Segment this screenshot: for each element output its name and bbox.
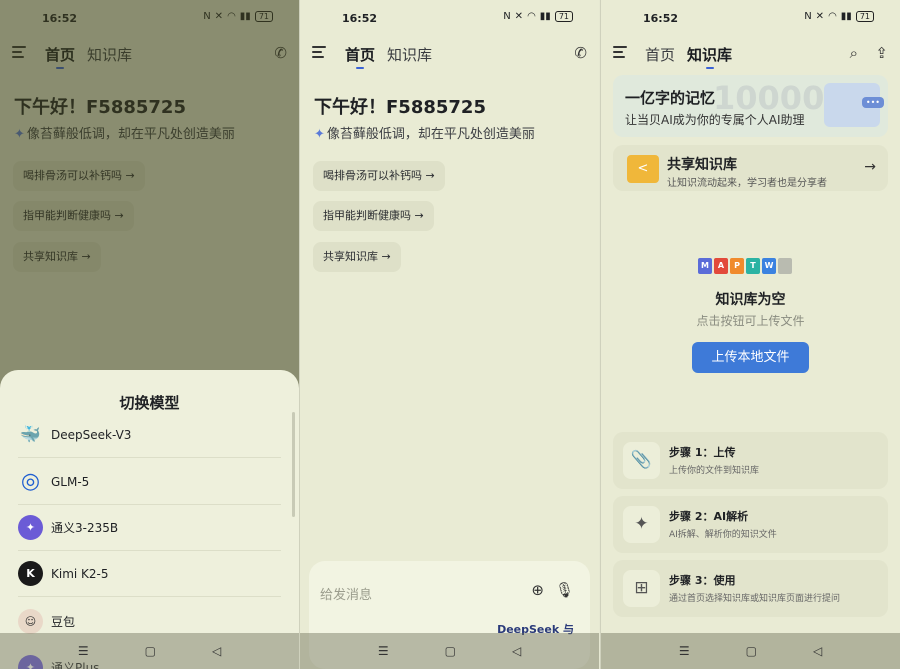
tongyi-logo-icon: ✦ (18, 515, 43, 540)
paperclip-icon: 📎 (623, 442, 660, 479)
signal-icon: ▮▮ (840, 11, 852, 22)
battery-icon: 71 (855, 11, 874, 22)
message-input[interactable]: 给发消息 (320, 584, 372, 603)
shared-folder-icon: < (627, 155, 659, 183)
panel-home-model-sheet: 16:52 N ✕ ◠ ▮▮ 71 首页 知识库 ✆ 下午好！F5885725 … (0, 0, 299, 669)
sparkle-icon: ✦ (314, 127, 325, 142)
deepseek-logo-icon: 🐳 (19, 424, 42, 445)
tab-home[interactable]: 首页 (645, 44, 675, 65)
step-title: 步骤 1：上传 (669, 446, 736, 459)
empty-title: 知识库为空 (715, 292, 786, 308)
menu-icon[interactable] (312, 46, 326, 58)
memory-banner[interactable]: 100000 一亿字的记忆 让当贝AI成为你的专属个人AI助理 (613, 75, 888, 137)
recent-apps-icon[interactable]: ☰ (78, 644, 89, 658)
top-bar: 首页 知识库 ✆ (300, 40, 599, 69)
step-card: 📎 步骤 1：上传 上传你的文件到知识库 (613, 432, 888, 489)
model-name: Kimi K2-5 (51, 566, 109, 581)
model-item-tongyi[interactable]: ✦ 通义3-235B (18, 505, 281, 551)
system-nav-bar: ☰ ▢ ◁ (300, 633, 599, 669)
recent-apps-icon[interactable]: ☰ (378, 644, 389, 658)
status-bar: 16:52 N ✕ ◠ ▮▮ 71 (300, 0, 599, 36)
nfc-icon: N (503, 11, 511, 22)
banner-subtitle: 让当贝AI成为你的专属个人AI助理 (625, 113, 805, 127)
shared-kb-subtitle: 让知识流动起来，学习者也是分享者 (667, 178, 827, 189)
mute-icon: ✕ (815, 11, 825, 22)
chat-illustration-icon (824, 83, 884, 127)
model-item-glm[interactable]: ◎ GLM-5 (18, 459, 281, 505)
tab-home[interactable]: 首页 (345, 44, 375, 69)
txt-file-icon: T (746, 258, 760, 274)
back-icon[interactable]: ◁ (813, 644, 822, 658)
model-item-kimi[interactable]: K Kimi K2-5 (18, 551, 281, 597)
doubao-logo-icon: ☺ (18, 608, 43, 634)
status-time: 16:52 (643, 12, 679, 25)
step-card: ⊞ 步骤 3：使用 通过首页选择知识库或知识库页面进行提问 (613, 560, 888, 617)
sheet-scrollbar[interactable] (292, 412, 295, 517)
empty-subtitle: 点击按钮可上传文件 (696, 314, 805, 328)
model-item-deepseek[interactable]: 🐳 DeepSeek-V3 (18, 412, 281, 458)
home-nav-icon[interactable]: ▢ (746, 644, 757, 658)
other-file-icon (778, 258, 792, 274)
suggestion-chip[interactable]: 喝排骨汤可以补钙吗 → (313, 161, 445, 191)
wifi-icon: ◠ (527, 11, 536, 22)
greeting-subtitle: ✦像苔藓般低调，却在平凡处创造美丽 (314, 123, 535, 142)
suggestion-chip[interactable]: 指甲能判断健康吗 → (313, 201, 434, 231)
share-kb-chip[interactable]: 共享知识库 → (313, 242, 401, 272)
banner-title: 一亿字的记忆 (625, 89, 716, 107)
status-icons: N ✕ ◠ ▮▮ 71 (503, 11, 573, 22)
nfc-icon: N (804, 11, 812, 22)
step-desc: AI拆解、解析你的知识文件 (669, 530, 777, 540)
battery-icon: 71 (554, 11, 573, 22)
kimi-logo-icon: K (18, 561, 43, 586)
recent-apps-icon[interactable]: ☰ (679, 644, 690, 658)
system-nav-bar: ☰ ▢ ◁ (0, 633, 299, 669)
step-card: ✦ 步骤 2：AI解析 AI拆解、解析你的知识文件 (613, 496, 888, 553)
word-file-icon: W (762, 258, 776, 274)
upload-local-file-button[interactable]: 上传本地文件 (692, 342, 809, 373)
greeting-title: 下午好！F5885725 (314, 97, 486, 118)
step-title: 步骤 2：AI解析 (669, 510, 749, 523)
glm-logo-icon: ◎ (20, 469, 41, 494)
back-icon[interactable]: ◁ (212, 644, 221, 658)
sheet-title: 切换模型 (119, 394, 180, 412)
signal-icon: ▮▮ (539, 11, 551, 22)
greeting-subtitle-text: 像苔藓般低调，却在平凡处创造美丽 (326, 127, 535, 142)
search-icon[interactable]: ⌕ (850, 44, 858, 62)
tab-knowledge[interactable]: 知识库 (687, 44, 732, 69)
wifi-icon: ◠ (828, 11, 837, 22)
model-name: 通义3-235B (51, 521, 119, 535)
arrow-right-icon: → (864, 159, 876, 175)
grid-icon: ⊞ (623, 570, 660, 607)
step-desc: 上传你的文件到知识库 (669, 466, 760, 476)
tab-knowledge[interactable]: 知识库 (387, 44, 432, 65)
mute-icon: ✕ (514, 11, 524, 22)
pdf-file-icon: A (714, 258, 728, 274)
status-time: 16:52 (342, 12, 378, 25)
step-title: 步骤 3：使用 (669, 574, 736, 587)
add-icon[interactable]: ⊕ (531, 581, 544, 599)
model-name: GLM-5 (51, 474, 90, 489)
system-nav-bar: ☰ ▢ ◁ (601, 633, 900, 669)
shared-kb-title: 共享知识库 (667, 157, 737, 173)
back-icon[interactable]: ◁ (512, 644, 521, 658)
microphone-icon[interactable]: 🎙 (555, 581, 574, 599)
model-name: 豆包 (51, 614, 76, 629)
ppt-file-icon: P (730, 258, 744, 274)
panel-home: 16:52 N ✕ ◠ ▮▮ 71 首页 知识库 ✆ 下午好！F5885725 … (300, 0, 599, 669)
sparkle-icon: ✦ (623, 506, 660, 543)
home-nav-icon[interactable]: ▢ (145, 644, 156, 658)
status-bar: 16:52 N ✕ ◠ ▮▮ 71 (601, 0, 900, 36)
home-nav-icon[interactable]: ▢ (445, 644, 456, 658)
status-icons: N ✕ ◠ ▮▮ 71 (804, 11, 874, 22)
step-desc: 通过首页选择知识库或知识库页面进行提问 (669, 594, 841, 604)
file-types: M A P T W (698, 258, 792, 274)
shared-knowledge-card[interactable]: < 共享知识库 让知识流动起来，学习者也是分享者 → (613, 145, 888, 191)
panel-knowledge: 16:52 N ✕ ◠ ▮▮ 71 首页 知识库 ⌕ ⇪ 100000 一亿字的… (601, 0, 900, 669)
top-bar: 首页 知识库 ⌕ ⇪ (601, 40, 900, 69)
phone-icon[interactable]: ✆ (574, 44, 587, 62)
share-upload-icon[interactable]: ⇪ (875, 44, 888, 62)
menu-icon[interactable] (613, 46, 627, 58)
model-name: DeepSeek-V3 (51, 427, 132, 442)
markdown-file-icon: M (698, 258, 712, 274)
